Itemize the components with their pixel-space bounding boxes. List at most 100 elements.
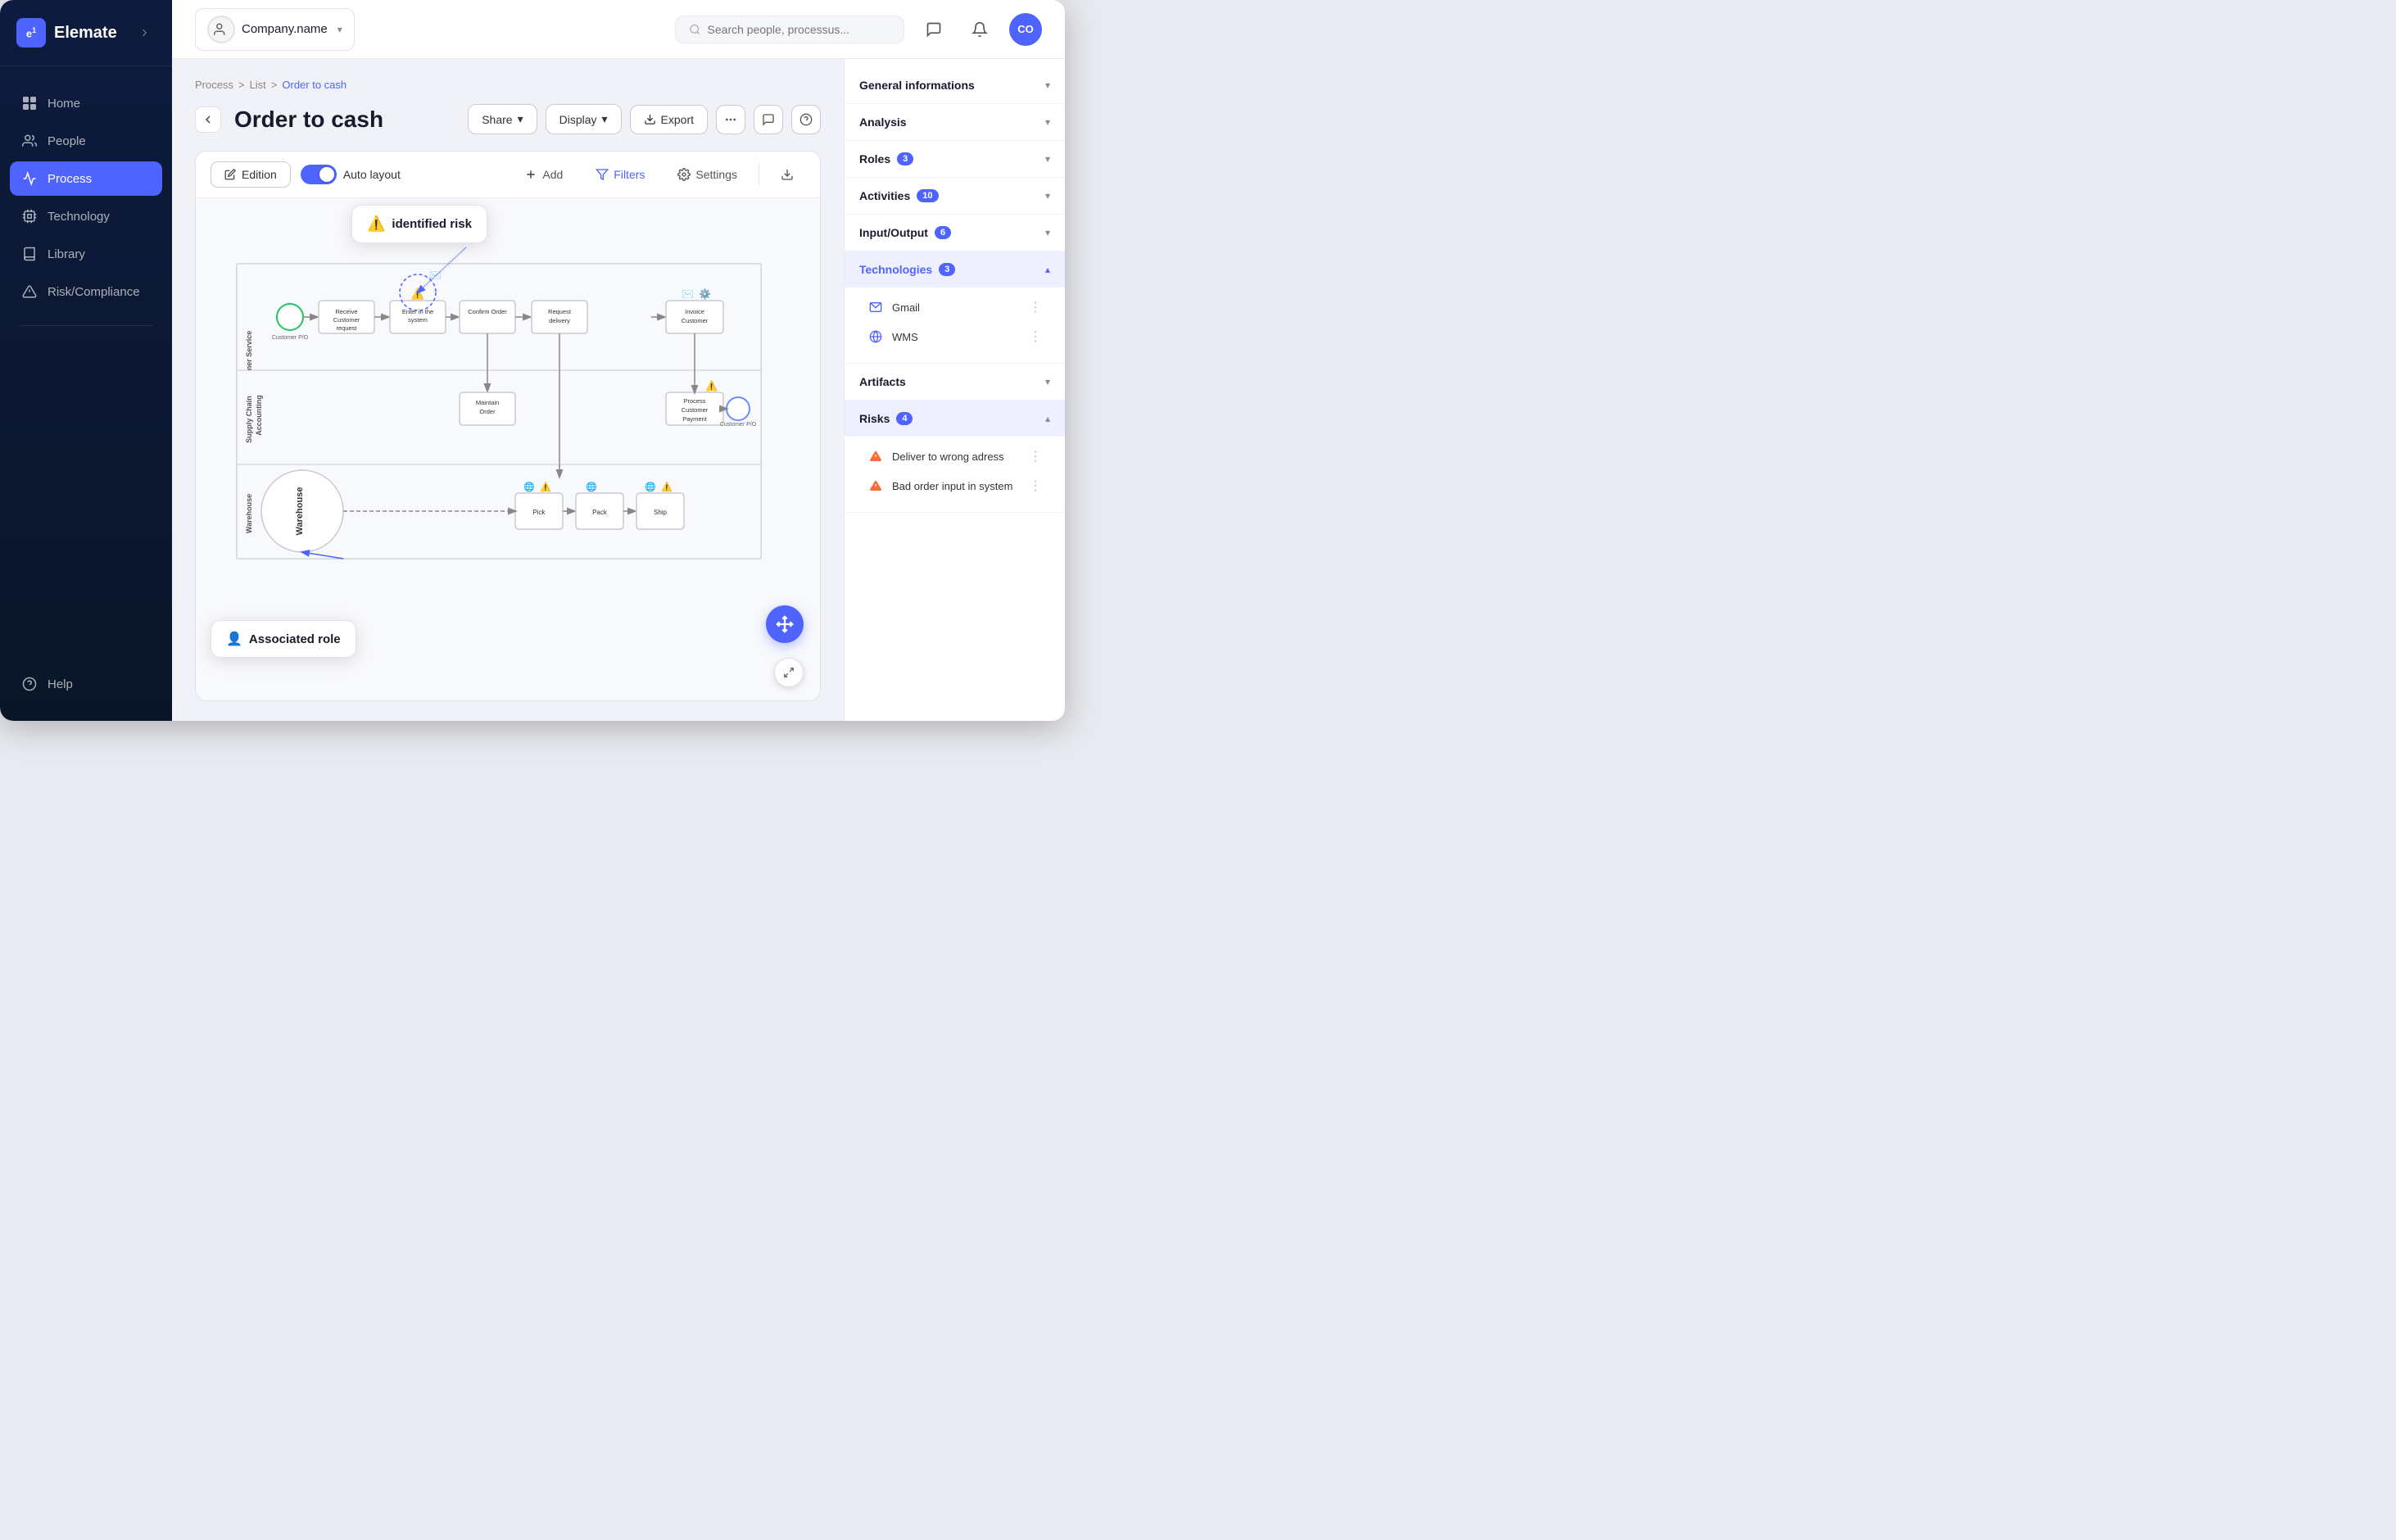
panel-section-activities-title: Activities 10 — [859, 189, 939, 202]
export-button[interactable]: Export — [630, 105, 708, 134]
sidebar-collapse-button[interactable] — [133, 21, 156, 44]
search-bar[interactable] — [675, 16, 904, 43]
risk-more-button-2[interactable]: ⋮ — [1029, 478, 1042, 494]
role-callout-label: Associated role — [249, 632, 341, 646]
sidebar-item-home[interactable]: Home — [10, 86, 162, 120]
sidebar-item-label-technology: Technology — [48, 210, 110, 224]
page-title: Order to cash — [234, 106, 455, 133]
panel-section-general: General informations ▾ — [845, 67, 1065, 104]
svg-text:Request: Request — [548, 308, 572, 315]
risk-more-button-1[interactable]: ⋮ — [1029, 448, 1042, 464]
inputoutput-chevron-icon: ▾ — [1045, 227, 1050, 238]
flow-icon — [21, 170, 38, 187]
help-icon — [21, 676, 38, 692]
panel-section-roles-header[interactable]: Roles 3 ▾ — [845, 141, 1065, 177]
panel-section-general-header[interactable]: General informations ▾ — [845, 67, 1065, 103]
panel-section-activities-header[interactable]: Activities 10 ▾ — [845, 178, 1065, 214]
svg-text:Enter in the: Enter in the — [402, 308, 433, 315]
sidebar-item-label-process: Process — [48, 172, 92, 186]
panel-section-roles: Roles 3 ▾ — [845, 141, 1065, 178]
svg-text:⚠️: ⚠️ — [705, 380, 718, 392]
page-main: Process > List > Order to cash Order to … — [172, 59, 844, 721]
panel-section-inputoutput-header[interactable]: Input/Output 6 ▾ — [845, 215, 1065, 251]
svg-text:Pick: Pick — [532, 509, 546, 516]
book-icon — [21, 246, 38, 262]
canvas-toolbar: Edition Auto layout Add — [196, 152, 820, 198]
panel-section-artifacts-header[interactable]: Artifacts ▾ — [845, 364, 1065, 400]
export-icon — [644, 113, 656, 125]
svg-text:Receive: Receive — [335, 308, 357, 315]
technology-item-gmail[interactable]: Gmail ⋮ — [859, 292, 1050, 322]
toggle-knob — [319, 167, 334, 182]
settings-gear-icon — [677, 168, 691, 181]
expand-button[interactable] — [774, 658, 804, 687]
svg-text:request: request — [336, 324, 357, 332]
sidebar-item-risk[interactable]: Risk/Compliance — [10, 274, 162, 309]
sidebar-help-area: Help — [0, 657, 172, 721]
panel-section-risks-header[interactable]: Risks 4 ▴ — [845, 401, 1065, 437]
analysis-chevron-icon: ▾ — [1045, 116, 1050, 128]
gmail-label: Gmail — [892, 301, 1021, 314]
company-selector[interactable]: Company.name ▾ — [195, 8, 355, 51]
search-input[interactable] — [708, 23, 890, 36]
sidebar-item-library[interactable]: Library — [10, 237, 162, 271]
sidebar-nav: Home People Process Techno — [0, 66, 172, 657]
risk-callout: ⚠️ identified risk — [351, 205, 487, 243]
panel-section-activities: Activities 10 ▾ — [845, 178, 1065, 215]
sidebar-logo-area: e1 Elemate — [0, 0, 172, 66]
artifacts-chevron-icon: ▾ — [1045, 376, 1050, 387]
panel-section-risks: Risks 4 ▴ Deliver to wrong adress ⋮ — [845, 401, 1065, 513]
diagram-canvas[interactable]: ⚠️ identified risk 👤 Associated role — [196, 198, 820, 700]
gmail-more-button[interactable]: ⋮ — [1029, 299, 1042, 315]
filters-button[interactable]: Filters — [584, 162, 656, 187]
move-fab-button[interactable] — [766, 605, 804, 643]
panel-section-general-title: General informations — [859, 79, 975, 92]
toggle-switch[interactable] — [301, 165, 337, 184]
panel-section-technologies-header[interactable]: Technologies 3 ▴ — [845, 251, 1065, 288]
svg-text:🌐: 🌐 — [523, 482, 535, 492]
display-button[interactable]: Display ▾ — [546, 104, 622, 134]
risk-label-2: Bad order input in system — [892, 480, 1021, 492]
download-button[interactable] — [769, 162, 805, 187]
general-chevron-icon: ▾ — [1045, 79, 1050, 91]
wms-icon — [867, 328, 884, 345]
svg-text:Pack: Pack — [592, 509, 608, 516]
sidebar-divider — [20, 325, 152, 326]
svg-text:Supply Chain: Supply Chain — [245, 396, 253, 443]
notifications-button[interactable] — [963, 13, 996, 46]
chat-button[interactable] — [917, 13, 950, 46]
help-question-button[interactable] — [791, 105, 821, 134]
risk-item-wrong-address[interactable]: Deliver to wrong adress ⋮ — [859, 442, 1050, 471]
more-options-button[interactable] — [716, 105, 745, 134]
activities-chevron-icon: ▾ — [1045, 190, 1050, 202]
auto-layout-toggle[interactable]: Auto layout — [301, 165, 401, 184]
risks-badge: 4 — [896, 412, 913, 425]
sidebar-item-help[interactable]: Help — [10, 667, 162, 701]
panel-section-analysis-title: Analysis — [859, 116, 907, 129]
wms-more-button[interactable]: ⋮ — [1029, 328, 1042, 345]
sidebar-item-people[interactable]: People — [10, 124, 162, 158]
comment-button[interactable] — [754, 105, 783, 134]
warning-triangle-icon — [21, 283, 38, 300]
user-avatar[interactable]: CO — [1009, 13, 1042, 46]
panel-section-analysis-header[interactable]: Analysis ▾ — [845, 104, 1065, 140]
sidebar-item-technology[interactable]: Technology — [10, 199, 162, 233]
technology-item-wms[interactable]: WMS ⋮ — [859, 322, 1050, 351]
add-button[interactable]: Add — [513, 162, 574, 187]
svg-text:⚠️: ⚠️ — [540, 482, 551, 492]
company-name-label: Company.name — [242, 22, 328, 36]
activities-badge: 10 — [917, 189, 938, 202]
breadcrumb-current: Order to cash — [282, 79, 346, 91]
risk-item-bad-input[interactable]: Bad order input in system ⋮ — [859, 471, 1050, 500]
svg-text:Process: Process — [683, 397, 705, 405]
settings-button[interactable]: Settings — [666, 162, 749, 187]
svg-text:🌐: 🌐 — [586, 482, 597, 492]
svg-text:⚠️: ⚠️ — [661, 482, 673, 492]
risk-callout-label: identified risk — [392, 217, 472, 231]
edition-button[interactable]: Edition — [211, 161, 291, 188]
grid-icon — [21, 95, 38, 111]
technologies-badge: 3 — [939, 263, 955, 276]
share-button[interactable]: Share ▾ — [468, 104, 537, 134]
sidebar-item-process[interactable]: Process — [10, 161, 162, 196]
back-button[interactable] — [195, 106, 221, 133]
